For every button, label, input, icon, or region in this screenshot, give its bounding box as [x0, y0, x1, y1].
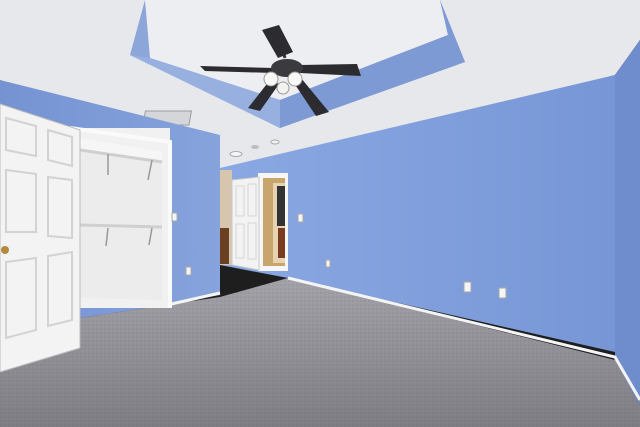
fan-light	[287, 71, 303, 87]
fan-light	[276, 81, 290, 95]
right-wall	[615, 40, 640, 405]
walk-in-closet	[69, 126, 172, 308]
fan-light	[263, 71, 279, 87]
closet-door	[0, 103, 81, 373]
hallway-doorway	[220, 170, 288, 271]
door-knob	[1, 246, 9, 254]
room-photo	[0, 0, 640, 427]
